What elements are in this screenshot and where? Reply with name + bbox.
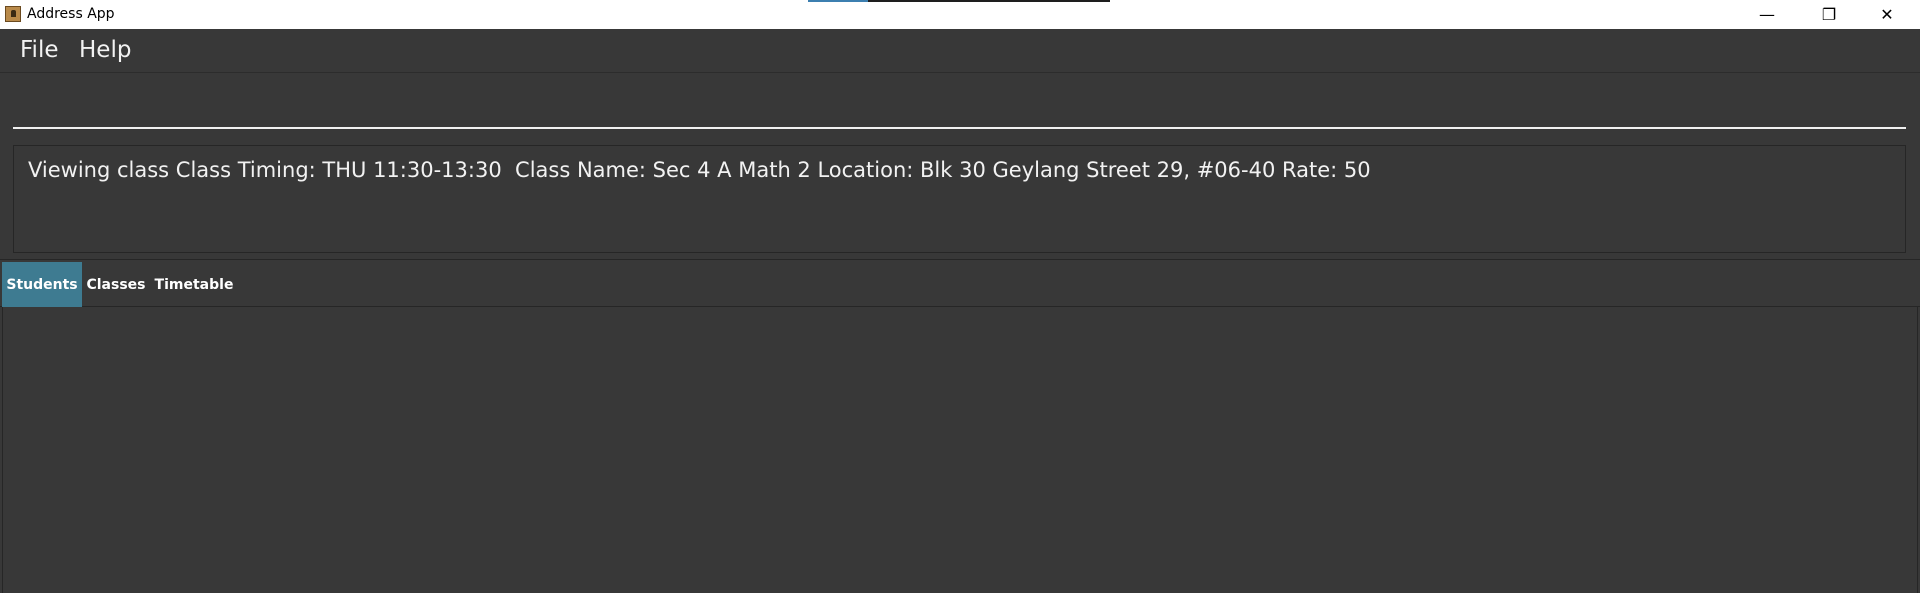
menu-bar: File Help (0, 29, 1920, 72)
menu-help[interactable]: Help (79, 37, 131, 64)
maximize-button[interactable]: ❐ (1800, 0, 1858, 29)
command-box (0, 72, 1920, 140)
menu-file[interactable]: File (20, 37, 59, 64)
tab-header: Students Classes Timetable (0, 260, 1920, 307)
result-text: Viewing class Class Timing: THU 11:30-13… (28, 158, 1371, 182)
result-display: Viewing class Class Timing: THU 11:30-13… (13, 145, 1906, 253)
tab-classes[interactable]: Classes (82, 262, 150, 307)
window-title: Address App (27, 6, 115, 22)
title-bar: Address App — ❐ ✕ (0, 0, 1920, 29)
tab-pane: Students Classes Timetable (0, 259, 1920, 593)
tab-timetable[interactable]: Timetable (150, 262, 238, 307)
title-focus-indicator (808, 0, 1110, 2)
minimize-button[interactable]: — (1738, 0, 1796, 29)
command-input[interactable] (13, 83, 1906, 129)
result-display-panel: Viewing class Class Timing: THU 11:30-13… (0, 140, 1920, 260)
students-list-panel (2, 307, 1918, 593)
close-button[interactable]: ✕ (1858, 0, 1916, 29)
tab-students[interactable]: Students (2, 262, 82, 307)
address-book-icon (5, 6, 21, 22)
